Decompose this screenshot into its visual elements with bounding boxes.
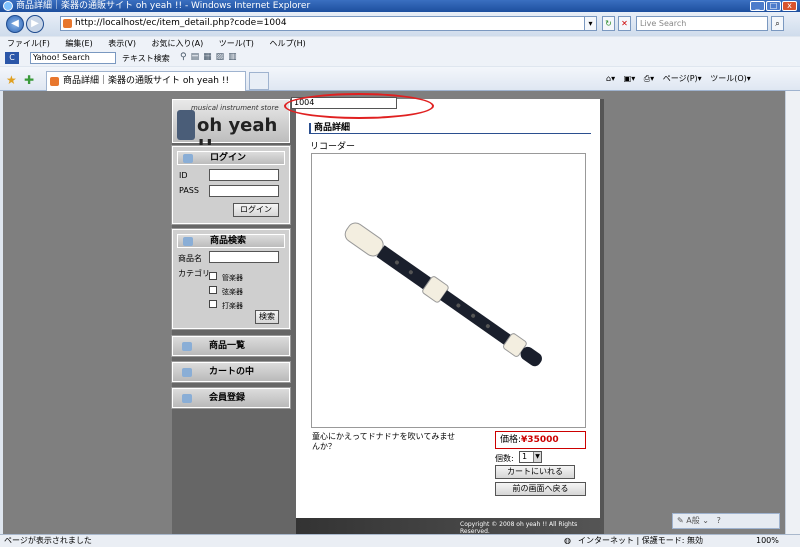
product-name: リコーダー bbox=[310, 142, 356, 152]
language-bar[interactable]: ✎ A般 ⌄ ? bbox=[672, 513, 780, 529]
tools-menu[interactable]: ツール(O) bbox=[710, 74, 747, 83]
price-value: ¥35000 bbox=[521, 435, 559, 445]
search-title-bar: 商品検索 bbox=[177, 234, 285, 248]
add-to-cart-button[interactable]: カートにいれる bbox=[495, 465, 575, 479]
recorder-image bbox=[344, 222, 542, 367]
address-dropdown-icon[interactable]: ▾ bbox=[584, 16, 597, 31]
menu-tools[interactable]: ツール(T) bbox=[219, 39, 254, 48]
chevron-down-icon: ▼ bbox=[533, 452, 541, 462]
forward-button[interactable]: ▶ bbox=[26, 15, 44, 33]
status-text: ページが表示されました bbox=[4, 536, 92, 545]
category-checkbox-percussion[interactable] bbox=[209, 300, 217, 308]
copyright: Copyright © 2008 oh yeah !! All Rights R… bbox=[460, 521, 578, 535]
toolbar bbox=[0, 50, 800, 66]
price-box: 価格:¥35000 bbox=[495, 431, 586, 449]
yahoo-search-box[interactable]: Yahoo! Search bbox=[30, 52, 116, 64]
pass-label: PASS bbox=[179, 186, 199, 195]
search-button[interactable]: ⌕ bbox=[771, 16, 784, 31]
menu-edit[interactable]: 編集(E) bbox=[65, 39, 92, 48]
window-title: 商品詳細｜楽器の通販サイト oh yeah !! - Windows Inter… bbox=[16, 1, 311, 11]
nav-product-list[interactable]: 商品一覧 bbox=[171, 335, 291, 357]
print-icon[interactable]: ⎙▾ bbox=[644, 74, 654, 83]
globe-icon: ◍ bbox=[564, 536, 571, 545]
login-button[interactable]: ログイン bbox=[233, 203, 279, 217]
toolbar-icons[interactable]: ⚲▤▦▨▥ bbox=[180, 52, 272, 64]
status-bar: ページが表示されました ◍ インターネット | 保護モード: 無効 100% bbox=[0, 534, 800, 547]
search-icon bbox=[183, 237, 193, 246]
category-percussion-label: 打楽器 bbox=[222, 302, 243, 310]
nav-register-label: 会員登録 bbox=[209, 393, 246, 403]
toolbar-c-icon[interactable]: C bbox=[5, 52, 19, 64]
login-title: ログイン bbox=[210, 153, 247, 163]
address-text: http://localhost/ec/item_detail.php?code… bbox=[75, 18, 287, 28]
page-favicon bbox=[63, 19, 72, 28]
tab-title: 商品詳細｜楽器の通販サイト oh yeah !! bbox=[63, 76, 230, 86]
back-button[interactable]: ◀ bbox=[6, 15, 24, 33]
browser-tab[interactable]: 商品詳細｜楽器の通販サイト oh yeah !! bbox=[46, 71, 246, 91]
menu-favorites[interactable]: お気に入り(A) bbox=[152, 39, 204, 48]
product-description: 童心にかえってドナドナを吹いてみませんか？ bbox=[312, 432, 456, 451]
highlight-annotation bbox=[284, 93, 434, 119]
vertical-scrollbar[interactable] bbox=[785, 91, 800, 534]
feeds-icon[interactable]: ▣▾ bbox=[624, 74, 636, 83]
page-title: 商品詳細 bbox=[309, 123, 591, 134]
favorites-star-icon[interactable]: ★ bbox=[6, 73, 17, 87]
ie-icon bbox=[3, 1, 13, 11]
site-logo[interactable]: musical instrument store oh yeah !! bbox=[172, 99, 290, 157]
text-search-button[interactable]: テキスト検索 bbox=[122, 53, 170, 64]
list-icon bbox=[182, 342, 192, 351]
new-tab-button[interactable] bbox=[249, 72, 269, 90]
user-icon bbox=[182, 394, 192, 403]
price-label: 価格: bbox=[500, 435, 522, 445]
id-field[interactable] bbox=[209, 169, 279, 181]
id-label: ID bbox=[179, 171, 188, 180]
quantity-value: 1 bbox=[522, 452, 528, 461]
product-name-field[interactable] bbox=[209, 251, 279, 263]
login-icon bbox=[183, 154, 193, 163]
window-title-bar: 商品詳細｜楽器の通販サイト oh yeah !! - Windows Inter… bbox=[0, 0, 800, 12]
product-search-panel: 商品検索 商品名 カテゴリ 管楽器 弦楽器 打楽器 検索 bbox=[171, 228, 291, 330]
category-wind-label: 管楽器 bbox=[222, 274, 243, 282]
stop-icon[interactable]: ✕ bbox=[618, 16, 631, 31]
menu-bar: ファイル(F) 編集(E) 表示(V) お気に入り(A) ツール(T) ヘルプ(… bbox=[0, 37, 800, 50]
product-image bbox=[311, 153, 586, 428]
tab-favicon bbox=[50, 77, 59, 86]
zone-text[interactable]: インターネット | 保護モード: 無効 bbox=[578, 535, 703, 547]
pass-field[interactable] bbox=[209, 185, 279, 197]
close-window-button[interactable]: x bbox=[782, 1, 797, 11]
nav-product-list-label: 商品一覧 bbox=[209, 341, 246, 351]
category-checkbox-string[interactable] bbox=[209, 286, 217, 294]
guitar-icon bbox=[177, 110, 195, 140]
nav-cart[interactable]: カートの中 bbox=[171, 361, 291, 383]
nav-cart-label: カートの中 bbox=[209, 367, 255, 377]
search-submit-button[interactable]: 検索 bbox=[255, 310, 279, 324]
cart-icon bbox=[182, 368, 192, 377]
add-favorites-icon[interactable]: ✚ bbox=[24, 73, 34, 87]
page-menu[interactable]: ページ(P) bbox=[663, 74, 698, 83]
category-label: カテゴリ bbox=[178, 269, 210, 278]
category-string-label: 弦楽器 bbox=[222, 288, 243, 296]
back-button-page[interactable]: 前の画面へ戻る bbox=[495, 482, 586, 496]
product-name-label: 商品名 bbox=[178, 254, 202, 263]
command-bar: ⌂▾ ▣▾ ⎙▾ ページ(P)▾ ツール(O)▾ bbox=[606, 74, 751, 83]
quantity-label: 個数: bbox=[495, 454, 514, 463]
minimize-button[interactable]: _ bbox=[750, 1, 765, 11]
search-input[interactable]: Live Search bbox=[636, 16, 768, 31]
home-icon[interactable]: ⌂▾ bbox=[606, 74, 615, 83]
menu-help[interactable]: ヘルプ(H) bbox=[269, 39, 305, 48]
quantity-select[interactable]: 1 ▼ bbox=[519, 451, 542, 463]
nav-register[interactable]: 会員登録 bbox=[171, 387, 291, 409]
menu-view[interactable]: 表示(V) bbox=[108, 39, 136, 48]
refresh-icon[interactable]: ↻ bbox=[602, 16, 615, 31]
zoom-level[interactable]: 100% bbox=[756, 535, 779, 547]
category-checkbox-wind[interactable] bbox=[209, 272, 217, 280]
login-title-bar: ログイン bbox=[177, 151, 285, 165]
maximize-button[interactable]: □ bbox=[766, 1, 781, 11]
search-title: 商品検索 bbox=[210, 236, 247, 246]
menu-file[interactable]: ファイル(F) bbox=[7, 39, 50, 48]
login-panel: ログイン ID PASS ログイン bbox=[171, 145, 291, 225]
logo-tagline: musical instrument store bbox=[191, 104, 279, 112]
address-bar[interactable]: http://localhost/ec/item_detail.php?code… bbox=[60, 16, 596, 31]
